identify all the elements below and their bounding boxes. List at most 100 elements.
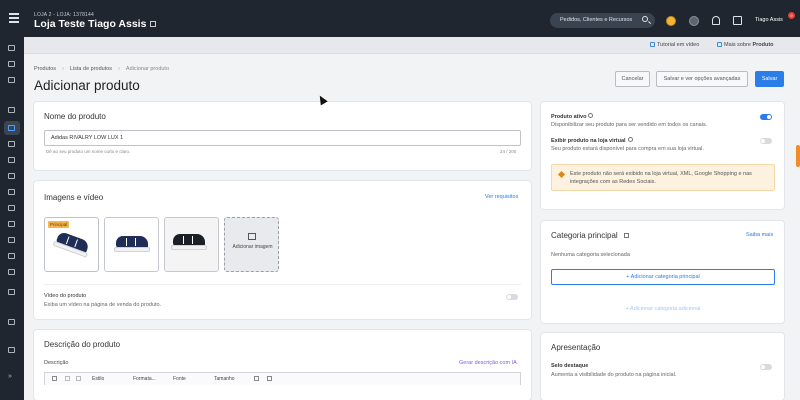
shoe-image (114, 236, 150, 253)
product-image-1[interactable]: Principal (44, 217, 99, 272)
text-color-icon[interactable] (254, 376, 259, 381)
shoe-image (171, 234, 207, 251)
principal-badge: Principal (48, 221, 70, 228)
cancel-button[interactable]: Cancelar (615, 71, 650, 87)
video-toggle[interactable] (506, 294, 518, 300)
no-category-text: Nenhuma categoria selecionada (551, 252, 630, 258)
page-title: Adicionar produto (34, 78, 140, 93)
style-dropdown[interactable]: Estilo (92, 376, 104, 382)
chat-icon[interactable] (733, 16, 742, 25)
shoe-image (52, 230, 92, 258)
description-title: Descrição do produto (44, 340, 121, 349)
product-name-counter: 24 / 200 (500, 149, 517, 154)
add-image-button[interactable]: Adicionar imagem (224, 217, 279, 272)
save-button[interactable]: Salvar (755, 71, 784, 87)
menu-icon[interactable] (9, 13, 19, 23)
mobile-icon[interactable] (8, 289, 15, 295)
warning-icon (557, 170, 566, 179)
undo-icon[interactable] (65, 376, 70, 381)
seal-description: Aumenta a visibilidade do produto na pág… (551, 372, 677, 378)
editor-toolbar: Estilo Formata... Fonte Tamanho (44, 372, 521, 385)
add-extra-category-button[interactable]: + Adicionar categoria adicional (551, 306, 775, 312)
breadcrumb-products[interactable]: Produtos (34, 66, 56, 72)
monitor-icon[interactable] (8, 157, 15, 163)
notification-badge: 9 (788, 12, 795, 19)
account-circle-icon[interactable] (689, 16, 699, 26)
image-icon[interactable] (52, 376, 57, 381)
breadcrumb-current: Adicionar produto (125, 66, 170, 72)
truck-icon[interactable] (8, 253, 15, 259)
bag-icon[interactable] (8, 269, 15, 275)
add-main-category-button[interactable]: + Adicionar categoria principal (551, 269, 775, 285)
add-photo-icon (248, 233, 256, 240)
presentation-title: Apresentação (551, 343, 601, 352)
learn-more-link[interactable]: Saiba mais (746, 232, 773, 238)
help-chat-icon[interactable] (8, 347, 15, 353)
info-icon (717, 42, 722, 47)
tutorial-link[interactable]: Tutorial em vídeo (650, 42, 699, 48)
divider (44, 284, 521, 285)
warning-box: Este produto não será exibido na loja vi… (551, 164, 775, 191)
sub-header: Tutorial em vídeo Mais sobre Produto (24, 37, 800, 54)
redo-icon[interactable] (76, 376, 81, 381)
video-icon (650, 42, 655, 47)
product-name-title: Nome do produto (44, 112, 106, 121)
document-icon[interactable] (8, 221, 15, 227)
description-label: Descrição (44, 360, 69, 366)
tag-icon[interactable] (8, 125, 15, 131)
active-description: Disponibilizar seu produto para ser vend… (551, 122, 708, 128)
product-image-2[interactable] (104, 217, 159, 272)
warning-text: Este produto não será exibido na loja vi… (570, 171, 752, 185)
about-link[interactable]: Mais sobre Produto (717, 42, 774, 48)
scrollbar-thumb[interactable] (796, 145, 800, 167)
requirements-link[interactable]: Ver requisitos (485, 194, 518, 200)
search-icon[interactable] (642, 16, 648, 22)
seal-toggle[interactable] (760, 364, 772, 370)
show-toggle[interactable] (760, 138, 772, 144)
show-label: Exibir produto na loja virtual (551, 137, 633, 144)
reports-icon[interactable] (8, 77, 15, 83)
store-title[interactable]: Loja Teste Tiago Assis (34, 18, 157, 30)
font-dropdown[interactable]: Fonte (173, 376, 186, 382)
box-icon[interactable] (8, 141, 15, 147)
help-icon[interactable] (627, 137, 633, 142)
product-name-input[interactable]: Adidas RIVALRY LOW LUX 1 (44, 130, 521, 146)
images-title: Imagens e vídeo (44, 193, 104, 202)
cart-icon[interactable] (8, 107, 15, 113)
store-icon[interactable] (8, 61, 15, 67)
product-name-hint: Dê ao seu produto um nome curto e claro. (46, 149, 131, 154)
help-icon[interactable] (588, 113, 594, 118)
shield-icon[interactable] (8, 189, 15, 195)
active-label: Produto ativo (551, 113, 594, 120)
expand-icon[interactable]: » (8, 373, 16, 382)
user-menu[interactable]: Tiago Assis (755, 17, 783, 23)
breadcrumb-product-list[interactable]: Lista de produtos (70, 66, 112, 72)
active-toggle[interactable] (760, 114, 772, 120)
highlight-color-icon[interactable] (267, 376, 272, 381)
size-dropdown[interactable]: Tamanho (214, 376, 235, 382)
dashboard-icon[interactable] (8, 45, 15, 51)
sidebar: » (0, 37, 24, 400)
edit-icon[interactable] (623, 233, 629, 238)
search-placeholder: Pedidos, Clientes e Recursos (560, 17, 633, 23)
format-dropdown[interactable]: Formata... (133, 376, 156, 382)
calendar-icon[interactable] (8, 205, 15, 211)
bell-icon[interactable] (712, 16, 720, 25)
product-image-3[interactable] (164, 217, 219, 272)
wallet-icon[interactable] (8, 237, 15, 243)
save-advanced-button[interactable]: Salvar e ver opções avançadas (656, 71, 748, 87)
search-input[interactable]: Pedidos, Clientes e Recursos (550, 13, 655, 28)
video-description: Exiba um vídeo na página de venda do pro… (44, 302, 162, 308)
category-title: Categoria principal (551, 231, 629, 240)
gear-icon[interactable] (8, 319, 15, 325)
show-description: Seu produto estará disponível para compr… (551, 146, 704, 152)
video-label: Vídeo do produto (44, 293, 87, 299)
external-link-icon[interactable] (150, 21, 157, 27)
megaphone-icon[interactable] (8, 173, 15, 179)
breadcrumb: Produtos › Lista de produtos › Adicionar pro… (34, 66, 170, 72)
coin-icon[interactable] (666, 16, 676, 26)
ai-description-link[interactable]: Gerar descrição com IA (459, 360, 517, 366)
seal-label: Selo destaque (551, 363, 589, 369)
add-image-label: Adicionar imagem (232, 244, 273, 250)
top-bar: LOJA 2 - LOJA: 1378144 Loja Teste Tiago … (0, 0, 800, 37)
